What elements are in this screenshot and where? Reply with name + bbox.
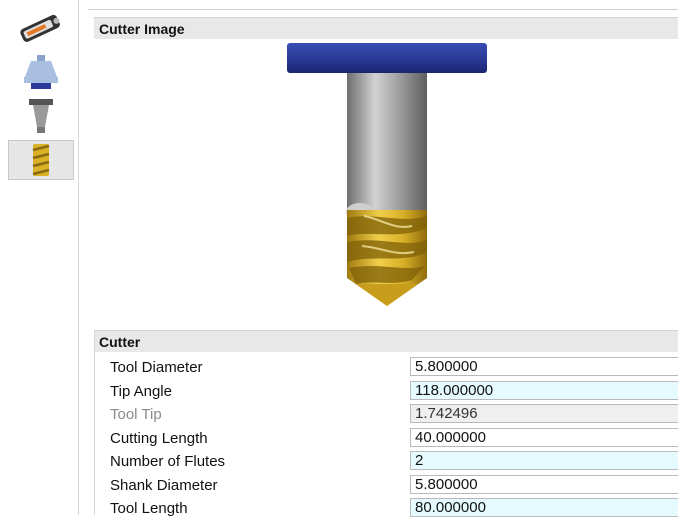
tool-length-label: Tool Length [110, 500, 188, 517]
property-row-tip-angle: Tip Angle 118.000000 [94, 380, 678, 403]
property-row-tool-length: Tool Length 80.000000 [94, 497, 678, 520]
property-row-tool-tip: Tool Tip 1.742496 [94, 403, 678, 426]
tag-icon [14, 11, 68, 45]
tab-tool-cutter[interactable] [8, 140, 74, 180]
cutting-length-field[interactable]: 40.000000 [410, 428, 678, 447]
flutes-shape [347, 210, 427, 306]
tab-tool-shank[interactable] [8, 96, 74, 136]
property-row-shank-diameter: Shank Diameter 5.800000 [94, 474, 678, 497]
drill-icon [27, 142, 55, 178]
shank-shape [346, 73, 427, 221]
shank-diameter-field[interactable]: 5.800000 [410, 475, 678, 494]
property-row-number-of-flutes: Number of Flutes 2 [94, 450, 678, 473]
cutter-image-preview [94, 40, 678, 334]
shank-diameter-label: Shank Diameter [110, 477, 218, 494]
number-of-flutes-label: Number of Flutes [110, 453, 226, 470]
tool-length-field[interactable]: 80.000000 [410, 498, 678, 517]
holder-icon [21, 53, 61, 91]
tool-diameter-label: Tool Diameter [110, 359, 203, 376]
property-row-tool-diameter: Tool Diameter 5.800000 [94, 356, 678, 379]
tip-angle-label: Tip Angle [110, 383, 172, 400]
cutting-length-label: Cutting Length [110, 430, 208, 447]
tip-angle-field[interactable]: 118.000000 [410, 381, 678, 400]
cutter-section-header: Cutter [94, 330, 678, 352]
tab-tool-tag[interactable] [8, 8, 74, 48]
tool-holder-shape [287, 43, 487, 73]
tool-component-sidebar [0, 0, 79, 515]
property-row-cutting-length: Cutting Length 40.000000 [94, 427, 678, 450]
tool-diameter-field[interactable]: 5.800000 [410, 357, 678, 376]
tool-tip-label: Tool Tip [110, 406, 162, 423]
drill-preview-illustration [287, 43, 487, 306]
cutter-image-header: Cutter Image [94, 17, 678, 39]
number-of-flutes-field[interactable]: 2 [410, 451, 678, 470]
shank-icon [24, 97, 58, 135]
tab-tool-holder[interactable] [8, 52, 74, 92]
top-divider [88, 9, 678, 10]
tool-tip-field: 1.742496 [410, 404, 678, 423]
